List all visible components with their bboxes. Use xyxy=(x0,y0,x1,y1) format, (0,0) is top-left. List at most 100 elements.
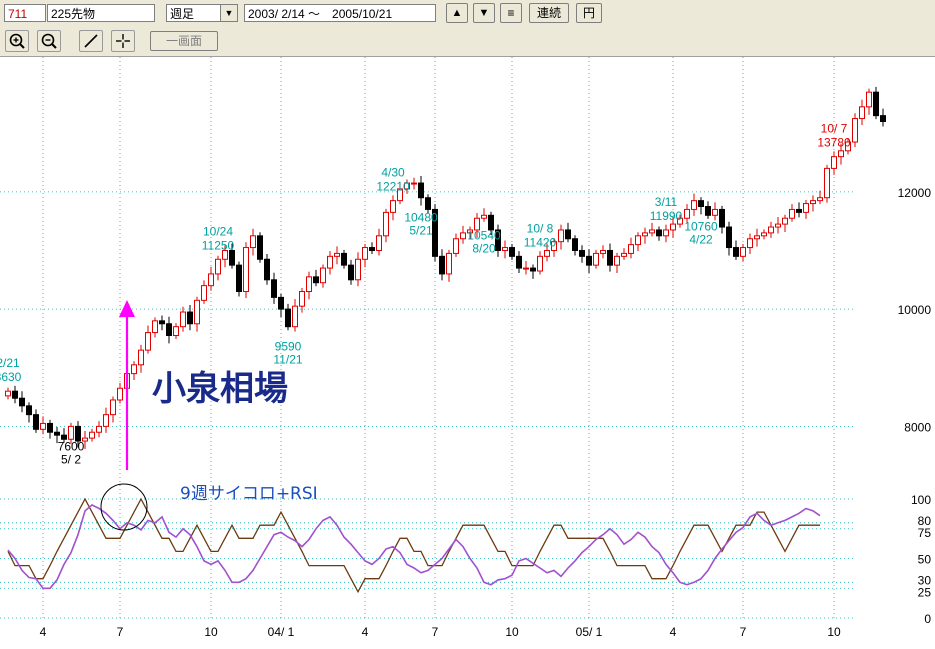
candle-up xyxy=(803,203,809,213)
zoom-in-button[interactable] xyxy=(5,30,29,52)
candle-up xyxy=(306,276,312,293)
candle-up xyxy=(817,197,823,202)
menu-button[interactable]: ≡ xyxy=(500,3,522,23)
zoom-out-button[interactable] xyxy=(37,30,61,52)
price-chart: 4 7 10 04/ 1 4 7 10 05/ 1 4 7 10800010000120000253… xyxy=(0,57,932,639)
candle-down xyxy=(880,115,886,122)
candle-down xyxy=(166,323,172,336)
candle-up xyxy=(740,247,746,257)
annotation-date: 2/21 xyxy=(0,356,20,370)
candle-down xyxy=(271,279,277,298)
candle-down xyxy=(341,252,347,266)
candle-up xyxy=(628,244,634,254)
candle-down xyxy=(47,422,53,433)
candle-up xyxy=(866,91,872,108)
x-tick-label: 05/ 1 xyxy=(576,625,603,639)
toolbar: 711 225先物 週足 ▼ 2003/ 2/14 ～ 2005/10/21 ▲… xyxy=(0,0,935,57)
period-select[interactable]: 週足 ▼ xyxy=(166,4,238,22)
candle-up xyxy=(376,235,382,251)
draw-line-button[interactable] xyxy=(79,30,103,52)
annotation-date: 10/ 7 xyxy=(821,122,848,136)
price-tick-label: 10000 xyxy=(898,303,932,317)
candle-down xyxy=(369,247,375,251)
candle-up xyxy=(761,232,767,237)
candle-up xyxy=(537,255,543,272)
candle-up xyxy=(334,252,340,257)
x-tick-label: 04/ 1 xyxy=(268,625,295,639)
candle-up xyxy=(110,399,116,416)
candle-up xyxy=(383,211,389,237)
scroll-down-button[interactable]: ▼ xyxy=(473,3,495,23)
renzoku-button[interactable]: 連続 xyxy=(529,3,569,23)
date-range-field[interactable]: 2003/ 2/14 ～ 2005/10/21 xyxy=(244,4,436,22)
candle-up xyxy=(502,247,508,251)
osc-tick-label: 80 xyxy=(918,514,932,528)
candle-down xyxy=(530,267,536,272)
candle-down xyxy=(285,308,291,328)
x-tick-label: 7 xyxy=(432,625,439,639)
crosshair-button[interactable] xyxy=(111,30,135,52)
candle-up xyxy=(411,182,417,185)
candle-up xyxy=(831,156,837,169)
osc-tick-label: 100 xyxy=(911,493,931,507)
diagonal-line-icon xyxy=(84,34,98,48)
annotation-value: 10760 xyxy=(684,220,718,234)
annotation-value: 10540 xyxy=(467,228,501,242)
candle-down xyxy=(705,206,711,216)
candle-up xyxy=(614,255,620,266)
candle-up xyxy=(838,150,844,158)
candle-up xyxy=(138,349,144,366)
stock-code-field[interactable]: 711 xyxy=(4,4,46,22)
annotation-date: 5/ 2 xyxy=(61,452,81,466)
candle-down xyxy=(425,197,431,210)
single-screen-button[interactable]: 一画面 xyxy=(150,31,218,51)
candle-up xyxy=(250,235,256,249)
chevron-down-icon[interactable]: ▼ xyxy=(220,5,237,21)
candle-up xyxy=(292,305,298,328)
x-tick-label: 4 xyxy=(670,625,677,639)
candle-up xyxy=(327,255,333,269)
candle-down xyxy=(698,200,704,208)
candle-up xyxy=(635,235,641,246)
candle-down xyxy=(278,296,284,310)
candle-up xyxy=(600,249,606,254)
candle-up xyxy=(642,232,648,237)
crosshair-icon xyxy=(116,34,130,48)
annotation-date: 11/21 xyxy=(273,353,302,367)
zoom-in-icon xyxy=(9,33,25,49)
candle-up xyxy=(5,390,11,397)
annotation-value: 10480 xyxy=(404,211,438,225)
candle-up xyxy=(663,229,669,237)
period-select-value: 週足 xyxy=(170,7,195,21)
candle-up xyxy=(103,414,109,427)
candle-down xyxy=(187,311,193,325)
rsi-line xyxy=(7,503,821,590)
x-tick-label: 10 xyxy=(204,625,218,639)
stock-name-field[interactable]: 225先物 xyxy=(47,4,155,22)
candle-down xyxy=(579,249,585,257)
candle-up xyxy=(180,311,186,328)
candle-up xyxy=(40,422,46,430)
candle-down xyxy=(236,264,242,293)
osc-tick-label: 50 xyxy=(918,553,932,567)
candle-up xyxy=(824,167,830,199)
candle-down xyxy=(348,264,354,281)
candle-up xyxy=(201,285,207,301)
candle-up xyxy=(194,299,200,325)
candle-down xyxy=(19,397,25,407)
candle-up xyxy=(173,326,179,336)
candle-down xyxy=(656,229,662,237)
candle-up xyxy=(852,118,858,143)
candle-down xyxy=(733,247,739,257)
scroll-up-button[interactable]: ▲ xyxy=(446,3,468,23)
candle-up xyxy=(544,249,550,257)
candle-up xyxy=(117,387,123,401)
candle-down xyxy=(509,247,515,257)
candle-down xyxy=(257,235,263,260)
candle-down xyxy=(873,91,879,117)
yen-button[interactable]: 円 xyxy=(576,3,602,23)
candle-down xyxy=(796,208,802,213)
annotation-value: 12210 xyxy=(376,180,410,194)
candle-up xyxy=(320,267,326,284)
candle-up xyxy=(523,267,529,270)
